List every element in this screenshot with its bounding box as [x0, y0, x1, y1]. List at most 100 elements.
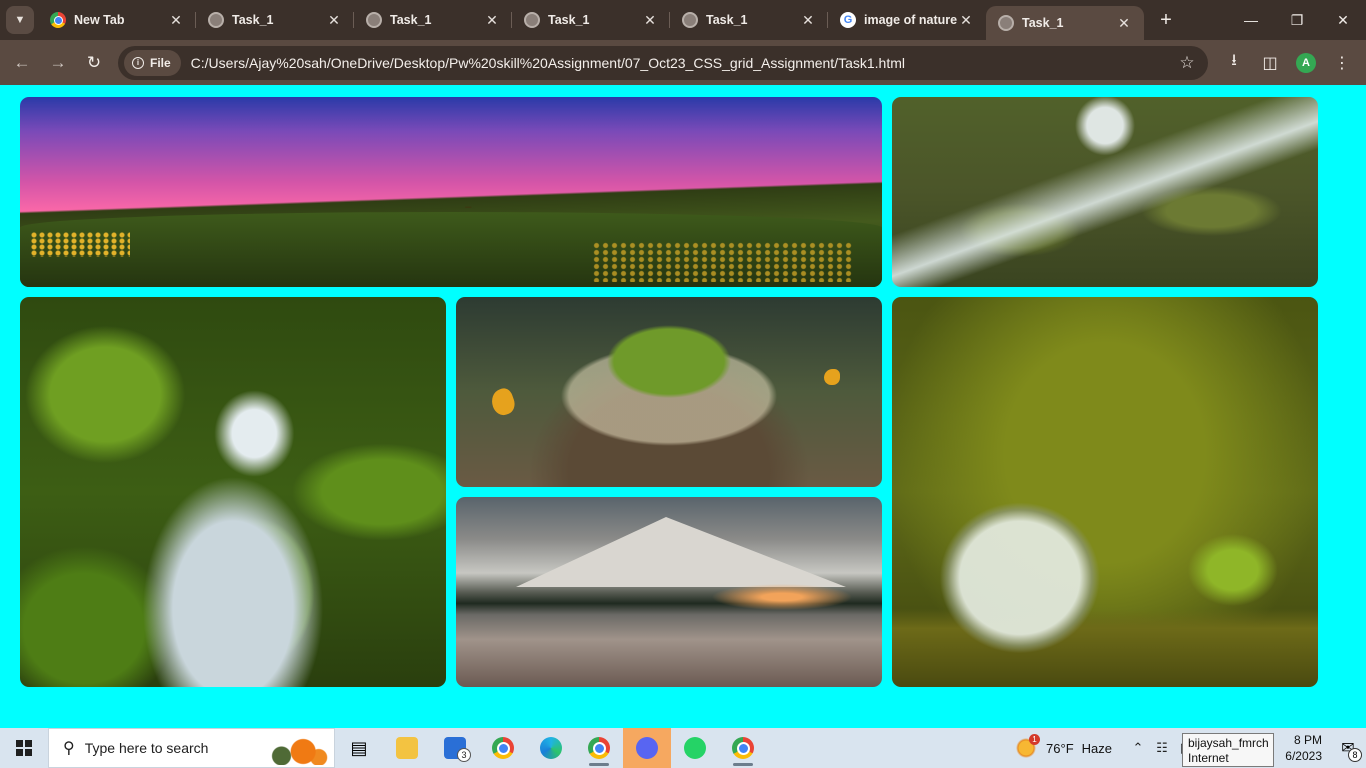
edge-icon — [540, 737, 562, 759]
chrome-active-button[interactable] — [719, 728, 767, 768]
new-tab-button[interactable]: + — [1152, 6, 1180, 34]
folder-icon — [396, 737, 418, 759]
restore-button[interactable]: ❐ — [1274, 0, 1320, 40]
tab-title: Task_1 — [232, 13, 274, 27]
tab-title: Task_1 — [1022, 16, 1064, 30]
temperature: 76°F — [1046, 740, 1074, 756]
tab-task1[interactable]: Task_1 ✕ — [670, 0, 828, 40]
mossy-waterfall-image — [20, 297, 446, 687]
notification-center-button[interactable]: ✉ 8 — [1330, 728, 1366, 768]
reload-icon: ↻ — [86, 52, 102, 72]
tab-title: New Tab — [74, 13, 125, 27]
butterfly — [488, 386, 518, 418]
close-window-button[interactable]: ✕ — [1320, 0, 1366, 40]
task-view-icon: ▤ — [350, 737, 368, 758]
sunset-glow — [702, 582, 862, 612]
site-info-chip[interactable]: i File — [124, 49, 181, 76]
tab-image-of-nature[interactable]: G image of nature ✕ — [828, 0, 986, 40]
chrome-icon — [588, 737, 610, 759]
tab-search-button[interactable]: ▼ — [6, 6, 34, 34]
network-icon[interactable]: ☷ — [1150, 728, 1174, 768]
close-icon[interactable]: ✕ — [642, 12, 658, 28]
discord-button[interactable] — [623, 728, 671, 768]
butterfly — [824, 369, 840, 385]
close-icon[interactable]: ✕ — [168, 12, 184, 28]
network-tooltip: bijaysah_fmrch Internet access — [1182, 733, 1274, 768]
search-placeholder: Type here to search — [84, 740, 209, 756]
tab-title: Task_1 — [706, 13, 748, 27]
tab-task1[interactable]: Task_1 ✕ — [354, 0, 512, 40]
clock-time: 8 PM — [1293, 733, 1322, 747]
back-button[interactable]: ← — [4, 45, 40, 81]
mail-button[interactable]: 3 — [431, 728, 479, 768]
snowy-mountain — [516, 517, 846, 587]
weather-alert-badge: 1 — [1029, 734, 1041, 745]
tree-in-glass-globe-image — [456, 297, 882, 487]
minimize-button[interactable]: — — [1228, 0, 1274, 40]
close-icon[interactable]: ✕ — [1116, 15, 1132, 31]
chrome-button[interactable] — [479, 728, 527, 768]
bookmark-star-icon[interactable]: ☆ — [1172, 53, 1202, 73]
tab-task1[interactable]: Task_1 ✕ — [196, 0, 354, 40]
tooltip-network-status: Internet access — [1188, 751, 1229, 768]
weather-condition: Haze — [1081, 740, 1112, 756]
info-icon: i — [132, 56, 144, 69]
reload-button[interactable]: ↻ — [76, 45, 112, 81]
windows-taskbar: ⚲ Type here to search ▤ 3 1 76°F Haze ⌃ … — [0, 728, 1366, 768]
chrome-icon — [732, 737, 754, 759]
forward-button[interactable]: → — [40, 45, 76, 81]
chrome-icon — [492, 737, 514, 759]
chrome-profile-button[interactable] — [575, 728, 623, 768]
window-controls: — ❐ ✕ — [1228, 0, 1366, 40]
waterfall-rocks-image — [892, 97, 1318, 287]
close-icon[interactable]: ✕ — [800, 12, 816, 28]
browser-toolbar: ← → ↻ i File C:/Users/Ajay%20sah/OneDriv… — [0, 40, 1366, 85]
mail-count-badge: 3 — [457, 748, 471, 762]
page-content — [0, 85, 1366, 728]
avatar: A — [1296, 52, 1316, 73]
arrow-left-icon: ← — [13, 52, 31, 72]
system-clock[interactable]: 8 PM 6/2023 — [1270, 732, 1322, 764]
browser-tab-strip: ▼ New Tab ✕ Task_1 ✕ Task_1 ✕ Task_1 ✕ T… — [0, 0, 1366, 40]
weather-widget[interactable]: 1 76°F Haze — [1016, 734, 1112, 758]
search-icon: ⚲ — [63, 740, 75, 757]
taskbar-search-box[interactable]: ⚲ Type here to search — [48, 728, 335, 768]
globe-icon — [524, 12, 540, 28]
close-icon[interactable]: ✕ — [326, 12, 342, 28]
chevron-up-icon[interactable]: ⌃ — [1126, 728, 1150, 768]
tab-new-tab[interactable]: New Tab ✕ — [38, 0, 196, 40]
discord-icon — [636, 737, 658, 759]
globe-icon — [682, 12, 698, 28]
tab-task1-active[interactable]: Task_1 ✕ — [986, 6, 1144, 40]
start-button[interactable] — [0, 728, 48, 768]
pumpkin-illustration — [266, 735, 328, 765]
tab-title: Task_1 — [548, 13, 590, 27]
windows-logo-icon — [16, 740, 32, 756]
file-explorer-button[interactable] — [383, 728, 431, 768]
whatsapp-button[interactable] — [671, 728, 719, 768]
address-bar[interactable]: i File C:/Users/Ajay%20sah/OneDrive/Desk… — [118, 45, 1208, 80]
whatsapp-icon — [684, 737, 706, 759]
edge-button[interactable] — [527, 728, 575, 768]
tab-title: image of nature — [864, 13, 958, 27]
chevron-down-icon: ▼ — [14, 14, 26, 26]
task-view-button[interactable]: ▤ — [335, 728, 383, 768]
tab-title: Task_1 — [390, 13, 432, 27]
close-icon[interactable]: ✕ — [484, 12, 500, 28]
weather-icon: 1 — [1016, 734, 1041, 758]
download-icon[interactable]: ⭳ — [1216, 45, 1252, 81]
notification-count-badge: 8 — [1348, 748, 1362, 762]
yellow-flowers — [30, 232, 130, 257]
profile-button[interactable]: A — [1288, 45, 1324, 81]
yellow-flowers — [592, 242, 852, 282]
url-text[interactable]: C:/Users/Ajay%20sah/OneDrive/Desktop/Pw%… — [191, 55, 1172, 71]
close-icon[interactable]: ✕ — [958, 12, 974, 28]
side-panel-icon[interactable]: ◫ — [1252, 45, 1288, 81]
glass-globe-on-moss-image — [892, 297, 1318, 687]
tab-task1[interactable]: Task_1 ✕ — [512, 0, 670, 40]
kebab-menu-icon[interactable]: ⋮ — [1324, 45, 1360, 81]
tooltip-network-name: bijaysah_fmrch — [1188, 736, 1269, 750]
google-icon: G — [840, 12, 856, 28]
toolbar-actions: ⭳ ◫ A ⋮ — [1216, 45, 1360, 81]
globe-icon — [998, 15, 1014, 31]
